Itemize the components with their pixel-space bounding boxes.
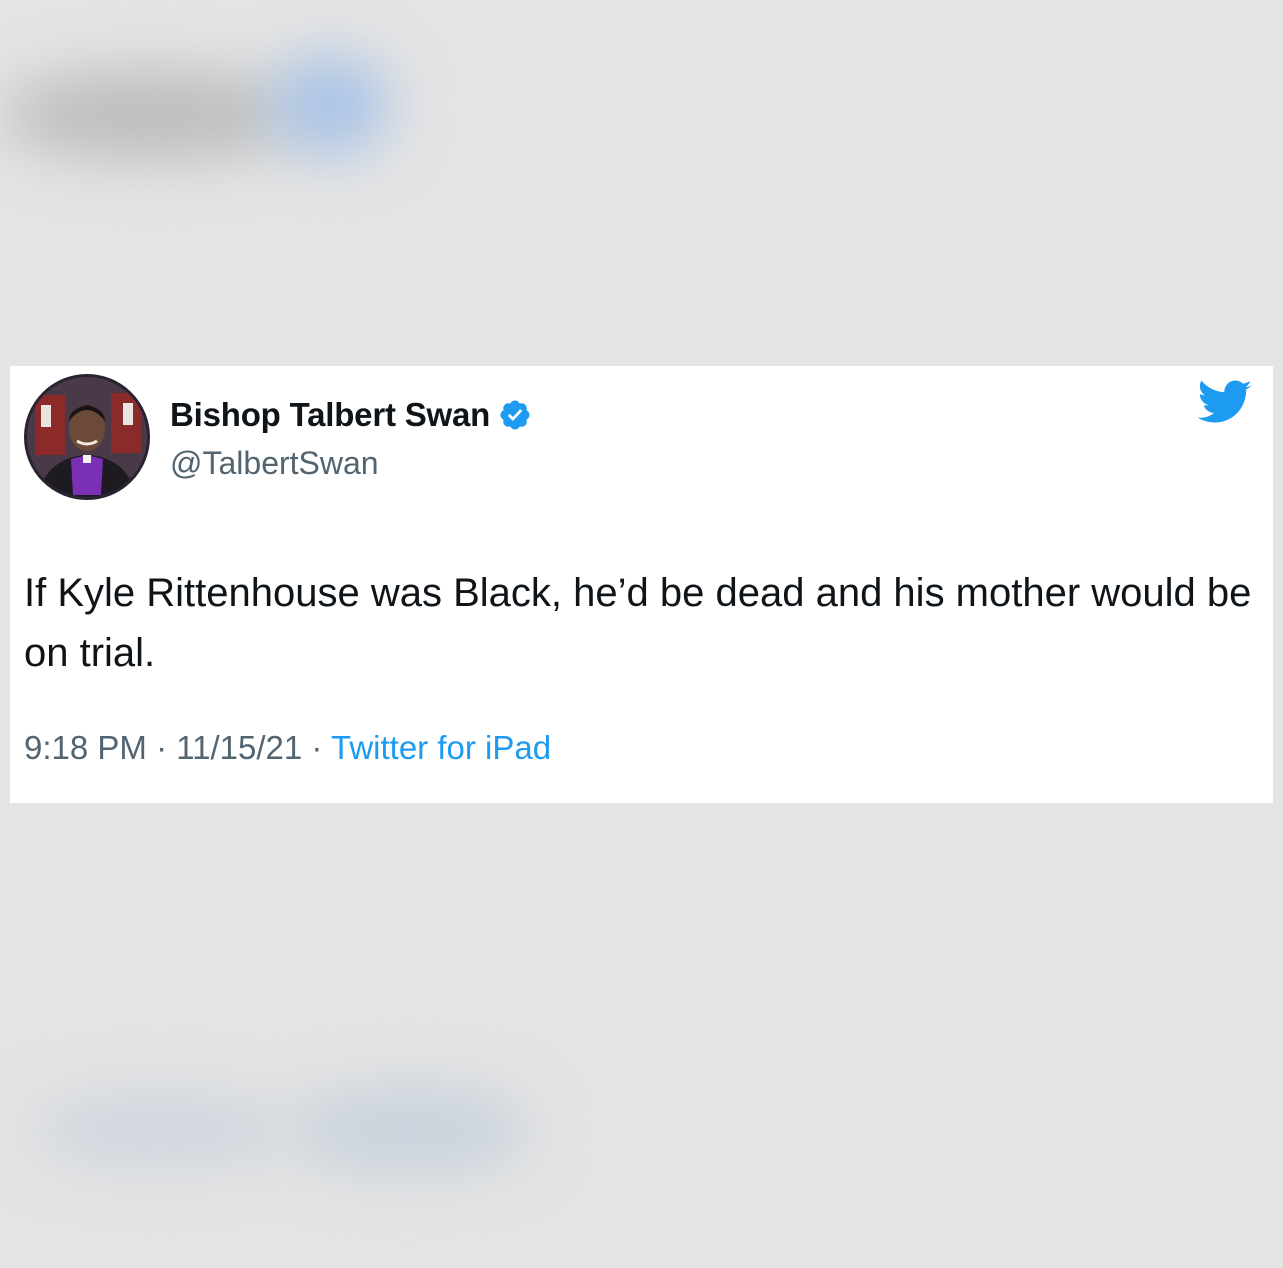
tweet-time[interactable]: 9:18 PM: [24, 729, 147, 766]
meta-separator: ·: [146, 729, 177, 766]
blurred-background-shape: [0, 70, 300, 160]
avatar[interactable]: [24, 374, 150, 500]
blurred-background-shape: [290, 1085, 530, 1175]
tweet-source-link[interactable]: Twitter for iPad: [331, 729, 551, 766]
display-name[interactable]: Bishop Talbert Swan: [170, 396, 490, 434]
tweet-date[interactable]: 11/15/21: [176, 729, 302, 766]
tweet-text: If Kyle Rittenhouse was Black, he’d be d…: [24, 571, 1252, 675]
user-handle[interactable]: @TalbertSwan: [170, 445, 379, 482]
blurred-background-shape: [30, 1090, 290, 1170]
verified-badge-icon: [498, 398, 532, 432]
twitter-bird-icon[interactable]: [1197, 380, 1253, 426]
profile-photo-icon: [27, 377, 147, 497]
tweet-card: Bishop Talbert Swan @TalbertSwan If Kyle…: [10, 366, 1273, 803]
meta-separator: ·: [302, 729, 331, 766]
tweet-metadata: 9:18 PM · 11/15/21 · Twitter for iPad: [24, 729, 551, 767]
author-row: Bishop Talbert Swan: [170, 396, 532, 434]
blurred-background-shape: [270, 55, 390, 155]
